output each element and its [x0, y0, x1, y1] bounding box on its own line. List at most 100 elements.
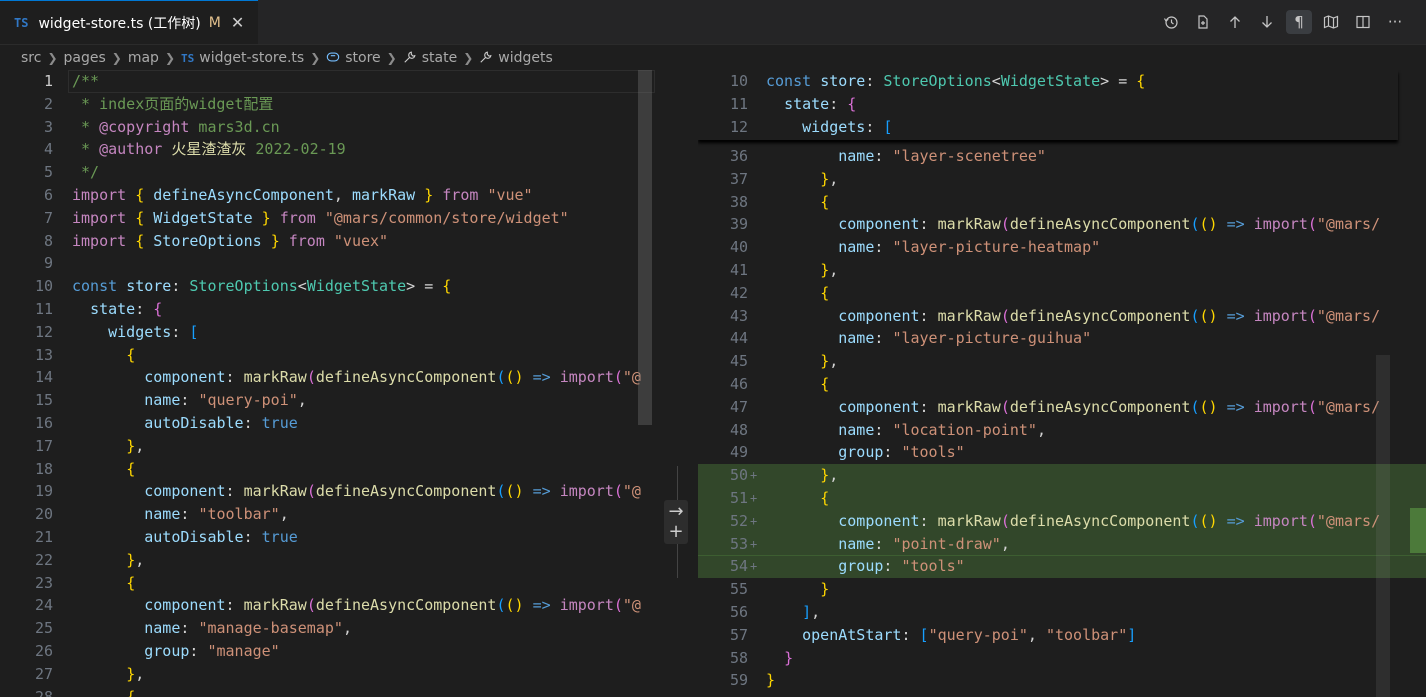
code-line[interactable]: 9 — [0, 252, 655, 275]
code-text: const store: StoreOptions<WidgetState> =… — [766, 72, 1146, 90]
code-line[interactable]: 8 import { StoreOptions } from "vuex" — [0, 230, 655, 253]
right-scrollbar[interactable] — [1376, 355, 1390, 697]
code-text: group: "manage" — [144, 642, 280, 660]
code-line[interactable]: 50 + }, — [698, 464, 1426, 488]
sticky-scroll-header: 10 const store: StoreOptions<WidgetState>… — [698, 70, 1398, 140]
code-line[interactable]: 17 }, — [0, 435, 655, 458]
code-line[interactable]: 14 component: markRaw(defineAsyncCompone… — [0, 366, 655, 389]
code-line[interactable]: 46 { — [698, 373, 1426, 396]
code-text: autoDisable: true — [144, 528, 298, 546]
code-line[interactable]: 3 * @copyright mars3d.cn — [0, 116, 655, 139]
code-line[interactable]: 36 name: "layer-scenetree" — [698, 145, 1426, 168]
code-line[interactable]: 42 { — [698, 282, 1426, 305]
code-line[interactable]: 49 group: "tools" — [698, 441, 1426, 464]
code-line[interactable]: 6 import { defineAsyncComponent, markRaw … — [0, 184, 655, 207]
arrow-down-icon[interactable] — [1254, 10, 1280, 34]
code-line[interactable]: 37 }, — [698, 168, 1426, 191]
overview-ruler-added — [1410, 508, 1426, 553]
code-line[interactable]: 23 { — [0, 572, 655, 595]
code-line[interactable]: 26 group: "manage" — [0, 640, 655, 663]
diff-actions[interactable]: → + — [664, 500, 688, 544]
line-number: 6 — [43, 186, 53, 204]
breadcrumb-src[interactable]: src — [21, 50, 41, 66]
close-icon[interactable]: ✕ — [231, 13, 244, 32]
code-line[interactable]: 22 }, — [0, 549, 655, 572]
code-text: }, — [820, 261, 839, 279]
code-text: */ — [72, 163, 100, 182]
code-line[interactable]: 2 * index页面的widget配置 — [0, 93, 655, 116]
breadcrumb-store[interactable]: store — [345, 50, 380, 66]
plus-icon[interactable]: + — [668, 522, 683, 542]
code-text: { — [820, 192, 830, 211]
code-line[interactable]: 10 const store: StoreOptions<WidgetState>… — [698, 70, 1398, 93]
code-line[interactable]: 51 + { — [698, 487, 1426, 510]
code-line[interactable]: 19 component: markRaw(defineAsyncCompone… — [0, 480, 655, 503]
open-changes-icon[interactable] — [1190, 10, 1216, 34]
code-line[interactable]: 5 */ — [0, 161, 655, 184]
code-line[interactable]: 15 name: "query-poi", — [0, 389, 655, 412]
breadcrumb-state[interactable]: state — [422, 50, 457, 66]
split-editor-icon[interactable] — [1350, 10, 1376, 34]
breadcrumb-widgets[interactable]: widgets — [498, 50, 553, 66]
code-line[interactable]: 44 name: "layer-picture-guihua" — [698, 327, 1426, 350]
code-line[interactable]: 48 name: "location-point", — [698, 419, 1426, 442]
code-line[interactable]: 4 * @author 火星渣渣灰 2022-02-19 — [0, 138, 655, 161]
code-line[interactable]: 45 }, — [698, 350, 1426, 373]
left-scrollbar[interactable] — [638, 70, 652, 425]
code-line[interactable]: 57 openAtStart: ["query-poi", "toolbar"] — [698, 624, 1426, 647]
line-number: 52 — [729, 511, 748, 530]
code-line[interactable]: 53 + name: "point-draw", — [698, 532, 1426, 556]
pilcrow-icon[interactable]: ¶ — [1286, 10, 1312, 34]
line-number: 3 — [43, 117, 53, 136]
code-line[interactable]: 38 { — [698, 191, 1426, 214]
code-line[interactable]: 41 }, — [698, 259, 1426, 282]
code-line[interactable]: 52 + component: markRaw(defineAsyncCompon… — [698, 509, 1426, 533]
code-line[interactable]: 20 name: "toolbar", — [0, 503, 655, 526]
chevron-right-icon: ❯ — [310, 51, 321, 65]
breadcrumb-file[interactable]: widget-store.ts — [199, 50, 304, 66]
code-text: component: markRaw(defineAsyncComponent(… — [838, 215, 1381, 234]
code-line[interactable]: 7 import { WidgetState } from "@mars/comm… — [0, 207, 655, 230]
code-text: import { WidgetState } from "@mars/commo… — [72, 208, 569, 227]
code-line[interactable]: 12 widgets: [ — [0, 321, 655, 344]
line-number: 42 — [729, 283, 748, 302]
arrow-up-icon[interactable] — [1222, 10, 1248, 34]
code-line[interactable]: 59} — [698, 669, 1426, 692]
code-line[interactable]: 47 component: markRaw(defineAsyncCompone… — [698, 396, 1426, 419]
code-line[interactable]: 12 widgets: [ — [698, 116, 1398, 139]
code-line[interactable]: 55 } — [698, 578, 1426, 601]
chevron-right-icon: ❯ — [164, 51, 176, 65]
modified-editor[interactable]: 10 const store: StoreOptions<WidgetState>… — [698, 70, 1426, 697]
more-icon[interactable]: ··· — [1382, 10, 1408, 34]
history-icon[interactable] — [1158, 10, 1184, 34]
code-line[interactable]: 16 autoDisable: true — [0, 412, 655, 435]
code-line[interactable]: 11 state: { — [0, 298, 655, 321]
code-line[interactable]: 28 { — [0, 686, 655, 697]
code-line[interactable]: 13 { — [0, 344, 655, 367]
code-line[interactable]: 10 const store: StoreOptions<WidgetState>… — [0, 275, 655, 298]
revert-arrow-icon[interactable]: → — [668, 502, 683, 522]
code-line[interactable]: 56 ], — [698, 601, 1426, 624]
code-line[interactable]: 54 + group: "tools" — [698, 555, 1426, 579]
map-icon[interactable] — [1318, 10, 1344, 34]
code-line[interactable]: 40 name: "layer-picture-heatmap" — [698, 236, 1426, 259]
editor-tab[interactable]: TS widget-store.ts (工作树) M ✕ — [0, 0, 258, 44]
line-number: 58 — [729, 648, 748, 667]
code-line[interactable]: 25 name: "manage-basemap", — [0, 617, 655, 640]
line-number: 46 — [729, 375, 748, 393]
added-line-marker: + — [750, 491, 758, 505]
original-editor[interactable]: 1/** 2 * index页面的widget配置 3 * @copyright m… — [0, 70, 655, 697]
code-line[interactable]: 18 { — [0, 458, 655, 481]
code-line[interactable]: 1 /** — [0, 70, 655, 93]
code-line[interactable]: 27 }, — [0, 663, 655, 686]
code-line[interactable]: 43 component: markRaw(defineAsyncCompone… — [698, 305, 1426, 328]
code-line[interactable]: 58 } — [698, 647, 1426, 670]
line-number: 16 — [34, 414, 53, 432]
code-line[interactable]: 21 autoDisable: true — [0, 526, 655, 549]
line-number: 21 — [34, 528, 53, 546]
code-line[interactable]: 39 component: markRaw(defineAsyncCompone… — [698, 213, 1426, 236]
code-line[interactable]: 11 state: { — [698, 93, 1398, 116]
breadcrumb-map[interactable]: map — [128, 50, 159, 66]
code-line[interactable]: 24 component: markRaw(defineAsyncCompone… — [0, 594, 655, 617]
breadcrumb-pages[interactable]: pages — [64, 50, 106, 66]
